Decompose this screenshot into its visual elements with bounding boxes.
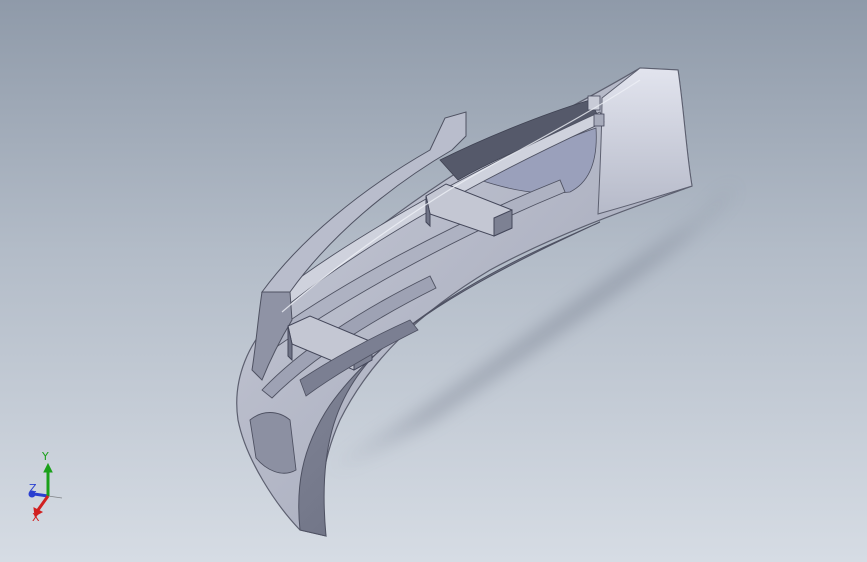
bumper-right-end[interactable] bbox=[597, 67, 693, 215]
triad-z-label: Z bbox=[29, 482, 37, 495]
boss-right-bottom bbox=[593, 113, 605, 127]
triad-x-label: X bbox=[32, 511, 40, 524]
graphics-viewport[interactable]: Y Z X bbox=[0, 0, 867, 562]
bumper-model[interactable] bbox=[0, 0, 867, 562]
triad-y-label: Y bbox=[42, 450, 49, 463]
